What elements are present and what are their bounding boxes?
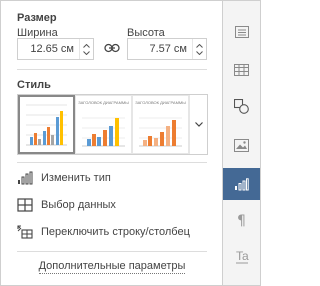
advanced-settings-link[interactable]: Дополнительные параметры [17, 260, 207, 274]
height-value[interactable]: 7.57 см [128, 43, 192, 55]
paragraph-settings-icon [234, 26, 249, 38]
divider [17, 162, 207, 163]
chart-style-picker[interactable]: ЗАГОЛОВОК ДИАГРАММЫ ЗАГОЛОВОК ДИАГРАММЫ [17, 94, 208, 155]
width-stepper-arrows[interactable] [79, 39, 93, 59]
width-spinner[interactable]: 12.65 см [17, 38, 94, 60]
text-art-icon: Ta [235, 249, 249, 264]
switch-row-column-label[interactable]: Переключить строку/столбец [41, 226, 190, 238]
link-proportions-icon[interactable] [104, 42, 120, 54]
switch-row-column-icon [17, 225, 33, 239]
height-stepper-arrows[interactable] [192, 39, 206, 59]
chart-settings-button[interactable] [223, 168, 260, 200]
style-section-title: Стиль [17, 79, 51, 91]
size-section-title: Размер [17, 12, 57, 24]
height-spinner[interactable]: 7.57 см [127, 38, 207, 60]
data-table-icon [17, 198, 33, 212]
right-settings-toolbar: ¶ Ta [222, 0, 261, 286]
shape-settings-icon [234, 98, 249, 114]
paragraph-mark-icon: ¶ [237, 213, 246, 229]
switch-row-column-action[interactable]: Переключить строку/столбец [17, 223, 190, 241]
chevron-down-icon[interactable] [194, 122, 203, 127]
table-settings-button[interactable] [223, 54, 260, 86]
change-type-action[interactable]: Изменить тип [17, 169, 111, 187]
text-art-button[interactable]: Ta [223, 241, 260, 273]
chevron-up-icon[interactable] [196, 43, 203, 48]
chevron-down-icon[interactable] [196, 50, 203, 55]
chart-style-thumbnail[interactable]: ЗАГОЛОВОК ДИАГРАММЫ [75, 95, 132, 154]
thumbnail-title: ЗАГОЛОВОК ДИАГРАММЫ [78, 100, 129, 105]
select-data-action[interactable]: Выбор данных [17, 196, 116, 214]
style-dropdown-button[interactable] [189, 95, 207, 154]
divider [17, 251, 207, 252]
chart-settings-icon [235, 177, 249, 190]
chevron-down-icon[interactable] [83, 50, 90, 55]
chart-style-thumbnail[interactable]: ЗАГОЛОВОК ДИАГРАММЫ [132, 95, 189, 154]
shape-settings-button[interactable] [223, 90, 260, 122]
paragraph-settings-button[interactable] [223, 16, 260, 48]
paragraph-mark-button[interactable]: ¶ [223, 205, 260, 237]
svg-text:Ta: Ta [236, 249, 249, 263]
change-type-label[interactable]: Изменить тип [41, 172, 111, 184]
chart-style-thumbnail[interactable] [18, 95, 75, 154]
advanced-settings-label[interactable]: Дополнительные параметры [38, 260, 186, 274]
select-data-label[interactable]: Выбор данных [41, 199, 116, 211]
image-settings-button[interactable] [223, 129, 260, 161]
chart-type-icon [18, 171, 33, 185]
image-settings-icon [234, 138, 249, 152]
divider [17, 69, 207, 70]
chart-settings-panel: Размер Ширина Высота 12.65 см 7.57 см Ст… [0, 0, 222, 286]
width-value[interactable]: 12.65 см [18, 43, 79, 55]
chevron-up-icon[interactable] [83, 43, 90, 48]
thumbnail-title: ЗАГОЛОВОК ДИАГРАММЫ [135, 100, 186, 105]
table-settings-icon [234, 64, 249, 76]
